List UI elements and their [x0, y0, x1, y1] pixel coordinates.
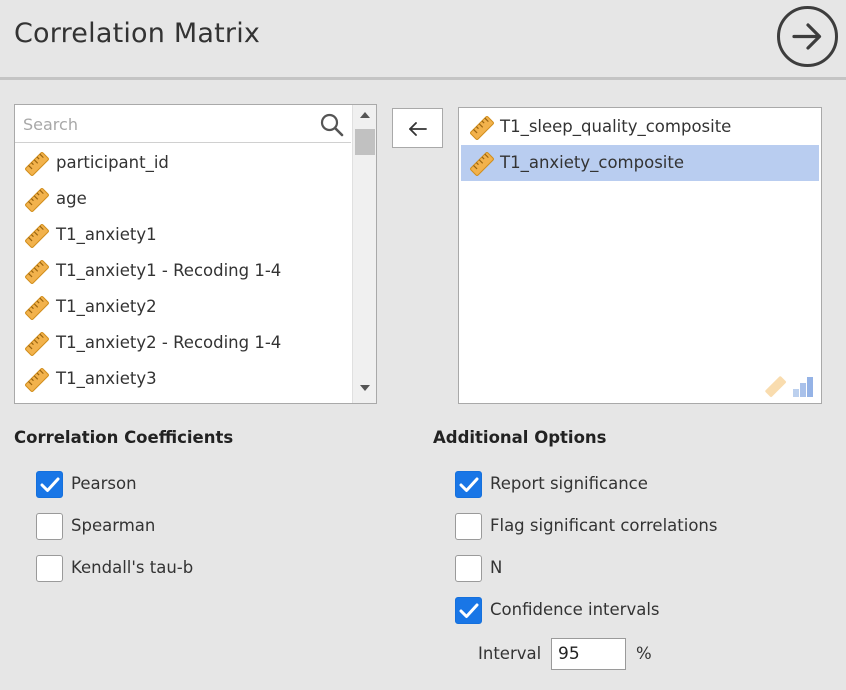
- scale-ruler-icon: [470, 116, 494, 140]
- search-box[interactable]: Search: [15, 105, 351, 143]
- kendall-checkbox[interactable]: [36, 555, 63, 582]
- list-item[interactable]: T1_anxiety3: [15, 361, 351, 397]
- flag-significant-label: Flag significant correlations: [490, 516, 718, 535]
- spearman-label: Spearman: [71, 516, 156, 535]
- scroll-down-arrow-icon[interactable]: [360, 385, 370, 391]
- header-divider: [0, 77, 846, 80]
- scale-ruler-icon: [25, 260, 49, 284]
- n-checkbox[interactable]: [455, 555, 482, 582]
- list-item[interactable]: participant_id: [15, 145, 351, 181]
- checkmark-icon: [40, 477, 60, 492]
- kendall-label: Kendall's tau-b: [71, 558, 194, 577]
- search-icon[interactable]: [320, 113, 344, 137]
- arrow-right-circle-icon: [792, 23, 822, 50]
- list-item[interactable]: T1_anxiety1 - Recoding 1-4: [15, 253, 351, 289]
- scroll-up-arrow-icon[interactable]: [360, 112, 370, 118]
- spearman-checkbox[interactable]: [36, 513, 63, 540]
- selected-items: T1_sleep_quality_composite T1_anxiety_co…: [461, 109, 819, 181]
- list-item-label: age: [56, 189, 87, 208]
- n-label: N: [490, 558, 503, 577]
- allowed-variable-types-icon: [765, 376, 813, 397]
- list-item-selected[interactable]: T1_anxiety_composite: [461, 145, 819, 181]
- scale-ruler-icon: [25, 224, 49, 248]
- confidence-intervals-checkbox[interactable]: [455, 597, 482, 624]
- list-item-label: T1_anxiety2: [56, 297, 157, 316]
- interval-label: Interval: [478, 644, 542, 663]
- list-item-label: T1_anxiety1 - Recoding 1-4: [56, 261, 282, 280]
- scale-ruler-icon: [470, 152, 494, 176]
- list-item-label: T1_anxiety2 - Recoding 1-4: [56, 333, 282, 352]
- available-variables-list[interactable]: Search participant_id age T1_anxiety1 T1…: [14, 104, 377, 404]
- list-item[interactable]: T1_anxiety2: [15, 289, 351, 325]
- scrollbar-thumb[interactable]: [355, 129, 375, 155]
- arrow-left-icon: [409, 122, 427, 136]
- list-scrollbar[interactable]: [352, 105, 376, 403]
- scale-ruler-icon: [25, 332, 49, 356]
- interval-unit: %: [636, 644, 652, 663]
- list-item-label: T1_anxiety1: [56, 225, 157, 244]
- selected-variables-list[interactable]: T1_sleep_quality_composite T1_anxiety_co…: [458, 107, 822, 404]
- list-item-label: participant_id: [56, 153, 169, 172]
- available-items: participant_id age T1_anxiety1 T1_anxiet…: [15, 145, 351, 397]
- scale-ruler-icon: [25, 188, 49, 212]
- pearson-checkbox[interactable]: [36, 471, 63, 498]
- list-item-label: T1_anxiety3: [56, 369, 157, 388]
- scale-ruler-icon: [25, 152, 49, 176]
- additional-options-heading: Additional Options: [433, 428, 607, 447]
- scale-ruler-icon: [25, 296, 49, 320]
- panel-title: Correlation Matrix: [14, 18, 261, 49]
- checkmark-icon: [459, 603, 479, 618]
- list-item[interactable]: T1_sleep_quality_composite: [461, 109, 819, 145]
- confidence-intervals-label: Confidence intervals: [490, 600, 660, 619]
- list-item-label: T1_anxiety_composite: [500, 153, 684, 172]
- list-item[interactable]: T1_anxiety1: [15, 217, 351, 253]
- search-input[interactable]: Search: [23, 115, 78, 134]
- list-item[interactable]: T1_anxiety2 - Recoding 1-4: [15, 325, 351, 361]
- correlation-coefficients-heading: Correlation Coefficients: [14, 428, 234, 447]
- report-significance-label: Report significance: [490, 474, 648, 493]
- pearson-label: Pearson: [71, 474, 137, 493]
- interval-input[interactable]: [551, 638, 626, 670]
- scale-ruler-icon: [25, 368, 49, 392]
- flag-significant-checkbox[interactable]: [455, 513, 482, 540]
- move-variable-button[interactable]: [392, 108, 443, 148]
- run-analysis-button[interactable]: [777, 6, 838, 67]
- list-item[interactable]: age: [15, 181, 351, 217]
- checkmark-icon: [459, 477, 479, 492]
- report-significance-checkbox[interactable]: [455, 471, 482, 498]
- list-item-label: T1_sleep_quality_composite: [500, 117, 732, 136]
